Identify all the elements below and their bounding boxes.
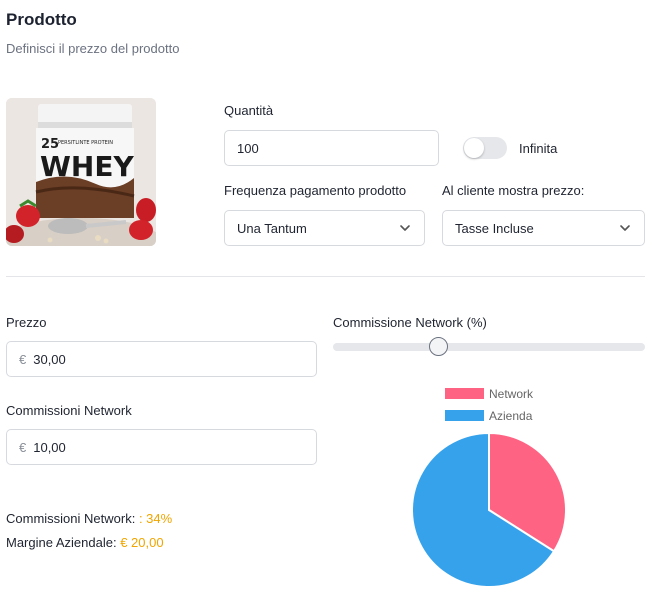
page-title: Prodotto (6, 10, 77, 29)
toggle-knob (464, 138, 484, 158)
section-divider (6, 276, 645, 277)
network-commission-label: Commissioni Network (6, 403, 132, 418)
network-commission-input[interactable]: € 10,00 (6, 429, 317, 465)
legend-swatch-azienda[interactable] (445, 410, 484, 421)
payment-frequency-value: Una Tantum (237, 220, 307, 236)
commission-slider-label: Commissione Network (%) (333, 315, 487, 330)
page-subtitle: Definisci il prezzo del prodotto (6, 41, 180, 56)
margin-summary-label: Margine Aziendale: (6, 535, 117, 550)
infinite-toggle[interactable] (463, 137, 507, 159)
price-display-select[interactable]: Tasse Incluse (442, 210, 645, 246)
commission-pie-chart: Network Azienda (400, 380, 580, 592)
payment-frequency-label: Frequenza pagamento prodotto (224, 183, 407, 198)
commission-summary: Commissioni Network: : 34% (6, 511, 172, 526)
payment-frequency-select[interactable]: Una Tantum (224, 210, 425, 246)
price-value: 30,00 (33, 351, 66, 367)
commission-summary-label: Commissioni Network: (6, 511, 136, 526)
quantity-label: Quantità (224, 103, 274, 118)
jar-tag: PERSITLINTE PROTEIN (58, 140, 113, 146)
chevron-down-icon (400, 225, 410, 231)
chevron-down-icon (620, 225, 630, 231)
commission-slider-thumb[interactable] (429, 337, 449, 356)
legend-label-network[interactable]: Network (489, 387, 534, 401)
price-input[interactable]: € 30,00 (6, 341, 317, 377)
quantity-value: 100 (237, 140, 259, 156)
euro-prefix: € (19, 351, 27, 367)
jar-name: WHEY (40, 150, 134, 183)
quantity-input[interactable]: 100 (224, 130, 439, 166)
legend-swatch-network[interactable] (445, 388, 484, 399)
product-image: 25 PERSITLINTE PROTEIN WHEY (6, 98, 156, 246)
price-display-label: Al cliente mostra prezzo: (442, 183, 585, 198)
price-display-value: Tasse Incluse (455, 220, 534, 236)
commission-slider-track[interactable] (333, 343, 645, 351)
infinite-label: Infinita (519, 141, 558, 156)
legend-label-azienda[interactable]: Azienda (489, 409, 533, 423)
margin-summary-value: € 20,00 (120, 535, 164, 550)
euro-prefix: € (19, 439, 27, 455)
network-commission-value: 10,00 (33, 439, 66, 455)
price-label: Prezzo (6, 315, 47, 330)
margin-summary: Margine Aziendale: € 20,00 (6, 535, 164, 550)
commission-summary-value: : 34% (138, 511, 173, 526)
